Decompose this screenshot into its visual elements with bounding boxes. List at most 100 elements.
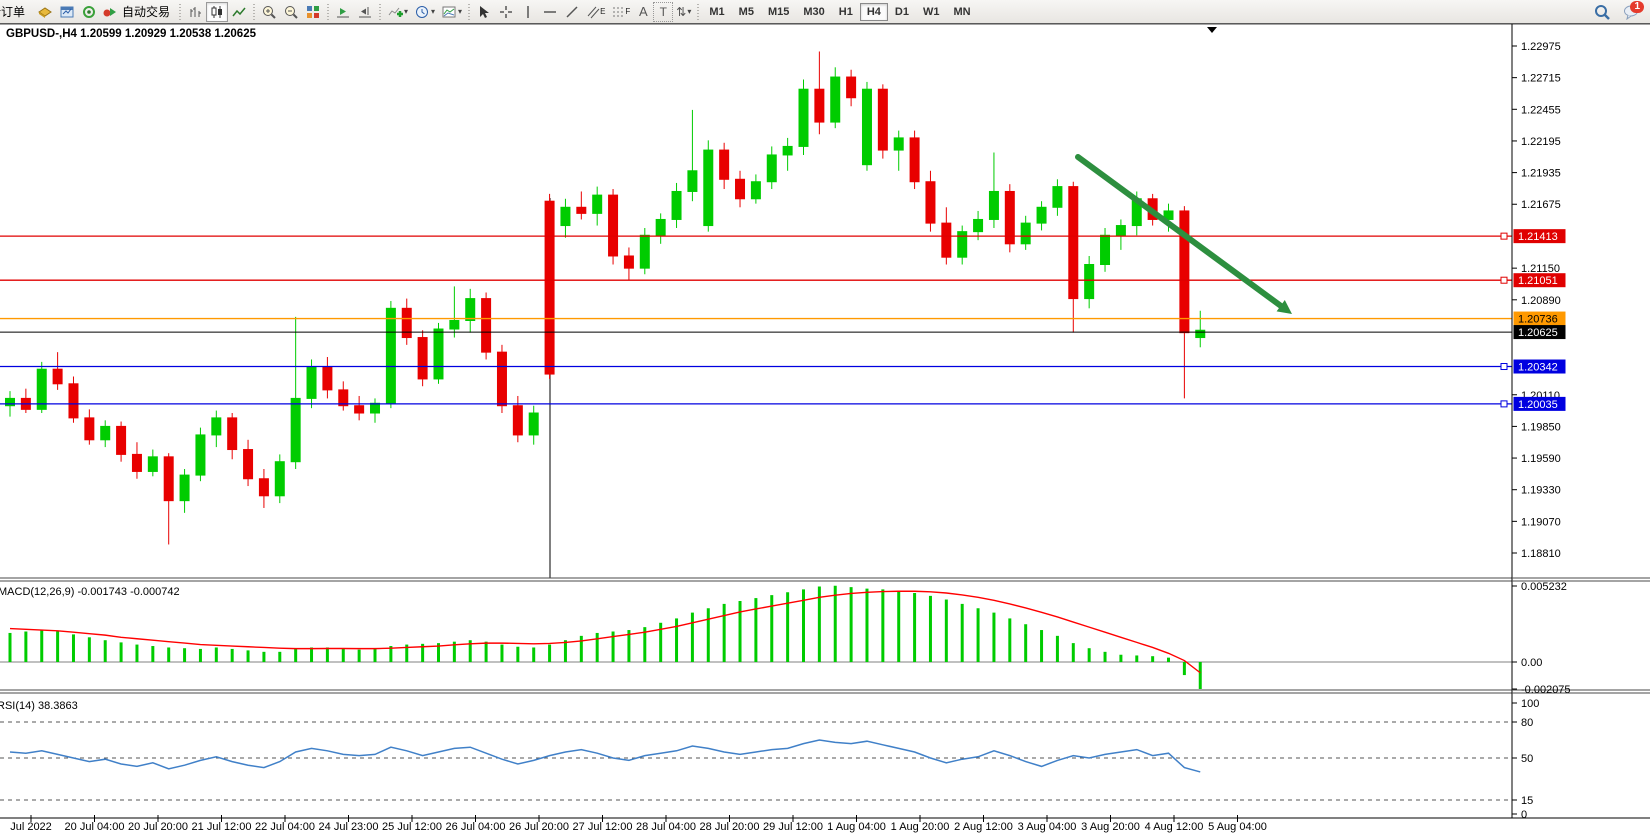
macd-axis-tick-label: 0.005232 [1521, 581, 1567, 593]
price-axis-tick-label: 1.20890 [1521, 295, 1561, 307]
candle-up [688, 171, 697, 192]
price-line-marker[interactable] [1501, 233, 1507, 239]
candle-down [545, 201, 554, 374]
rsi-axis-tick-label: 100 [1521, 698, 1539, 710]
candle-up [1037, 207, 1046, 223]
chart-background [0, 24, 1650, 833]
rsi-axis-tick-label: 15 [1521, 795, 1533, 807]
candle-up [386, 308, 395, 403]
candle-down [418, 338, 427, 379]
time-axis-label: 20 Jul 04:00 [65, 821, 125, 833]
candle-down [736, 179, 745, 198]
candle-down [244, 450, 253, 479]
price-line-axis-value: 1.20035 [1518, 399, 1558, 411]
candle-down [323, 367, 332, 390]
candle-up [275, 462, 284, 496]
candle-up [196, 435, 205, 475]
candle-down [926, 182, 935, 223]
symbol-ohlc-label: GBPUSD-,H4 1.20599 1.20929 1.20538 1.206… [6, 28, 257, 40]
time-axis-label: 28 Jul 20:00 [700, 821, 760, 833]
time-axis-label: 20 Jul 20:00 [128, 821, 188, 833]
candle-down [164, 457, 173, 501]
candle-down [847, 77, 856, 98]
candle-up [561, 207, 570, 225]
candle-up [1085, 265, 1094, 299]
time-axis-label: 4 Aug 12:00 [1145, 821, 1204, 833]
candle-up [640, 235, 649, 268]
candle-up [434, 329, 443, 379]
candle-down [259, 479, 268, 496]
rsi-axis-tick-label: 0 [1521, 809, 1527, 821]
time-axis-label: Jul 2022 [10, 821, 52, 833]
candle-up [371, 403, 380, 413]
candle-down [85, 418, 94, 440]
price-axis-tick-label: 1.22715 [1521, 73, 1561, 85]
time-axis-label: 27 Jul 12:00 [573, 821, 633, 833]
time-axis-label: 24 Jul 23:00 [319, 821, 379, 833]
candle-down [624, 256, 633, 268]
time-axis-label: 2 Aug 12:00 [954, 821, 1013, 833]
candle-up [1116, 226, 1125, 236]
candle-up [783, 146, 792, 155]
candle-up [862, 89, 871, 164]
time-axis-label: 1 Aug 04:00 [827, 821, 886, 833]
candle-up [1021, 223, 1030, 244]
candle-up [148, 457, 157, 472]
candle-up [529, 413, 538, 435]
price-line-axis-value: 1.20736 [1518, 314, 1558, 326]
price-line-marker[interactable] [1501, 364, 1507, 370]
time-axis-label: 21 Jul 12:00 [192, 821, 252, 833]
candle-down [609, 195, 618, 256]
candle-up [656, 219, 665, 235]
candle-down [910, 138, 919, 182]
time-axis-label: 22 Jul 04:00 [255, 821, 315, 833]
rsi-axis-tick-label: 50 [1521, 753, 1533, 765]
candle-up [466, 299, 475, 321]
price-line-marker[interactable] [1501, 401, 1507, 407]
candle-down [228, 418, 237, 450]
candle-up [799, 89, 808, 146]
time-axis-label: 3 Aug 04:00 [1018, 821, 1077, 833]
price-line-axis-value: 1.20342 [1518, 362, 1558, 374]
time-axis-label: 26 Jul 20:00 [509, 821, 569, 833]
time-axis-label: 26 Jul 04:00 [446, 821, 506, 833]
candle-up [1196, 330, 1205, 337]
candle-up [180, 475, 189, 501]
candle-up [1101, 235, 1110, 264]
candle-down [497, 352, 506, 406]
candle-down [402, 308, 411, 337]
candle-down [513, 406, 522, 435]
candle-up [307, 367, 316, 399]
chart-window[interactable]: GBPUSD-,H4 1.20599 1.20929 1.20538 1.206… [0, 0, 1650, 833]
candle-up [767, 155, 776, 182]
price-line-axis-value: 1.20625 [1518, 327, 1558, 339]
rsi-axis-tick-label: 80 [1521, 717, 1533, 729]
time-axis-label: 28 Jul 04:00 [636, 821, 696, 833]
candle-down [117, 426, 126, 454]
candle-up [101, 426, 110, 439]
macd-axis-tick-label: 0.00 [1521, 657, 1542, 669]
candle-down [355, 406, 364, 413]
macd-indicator-label: MACD(12,26,9) -0.001743 -0.000742 [0, 586, 180, 598]
candle-down [942, 223, 951, 257]
candle-down [53, 369, 62, 384]
candle-up [958, 232, 967, 258]
candle-up [704, 150, 713, 225]
candle-down [132, 454, 141, 471]
candle-down [1069, 187, 1078, 299]
rsi-indicator-label: RSI(14) 38.3863 [0, 700, 78, 712]
time-axis-label: 3 Aug 20:00 [1081, 821, 1140, 833]
macd-axis-tick-label: -0.002075 [1521, 684, 1571, 696]
price-axis-tick-label: 1.21935 [1521, 168, 1561, 180]
candle-down [482, 299, 491, 353]
price-axis-tick-label: 1.18810 [1521, 548, 1561, 560]
candle-up [989, 191, 998, 219]
price-axis-tick-label: 1.22975 [1521, 41, 1561, 53]
time-axis-label: 1 Aug 20:00 [891, 821, 950, 833]
price-line-marker[interactable] [1501, 277, 1507, 283]
candle-up [751, 182, 760, 199]
candle-down [878, 89, 887, 150]
candle-up [1053, 187, 1062, 208]
time-axis-label: 25 Jul 12:00 [382, 821, 442, 833]
time-axis-label: 5 Aug 04:00 [1208, 821, 1267, 833]
